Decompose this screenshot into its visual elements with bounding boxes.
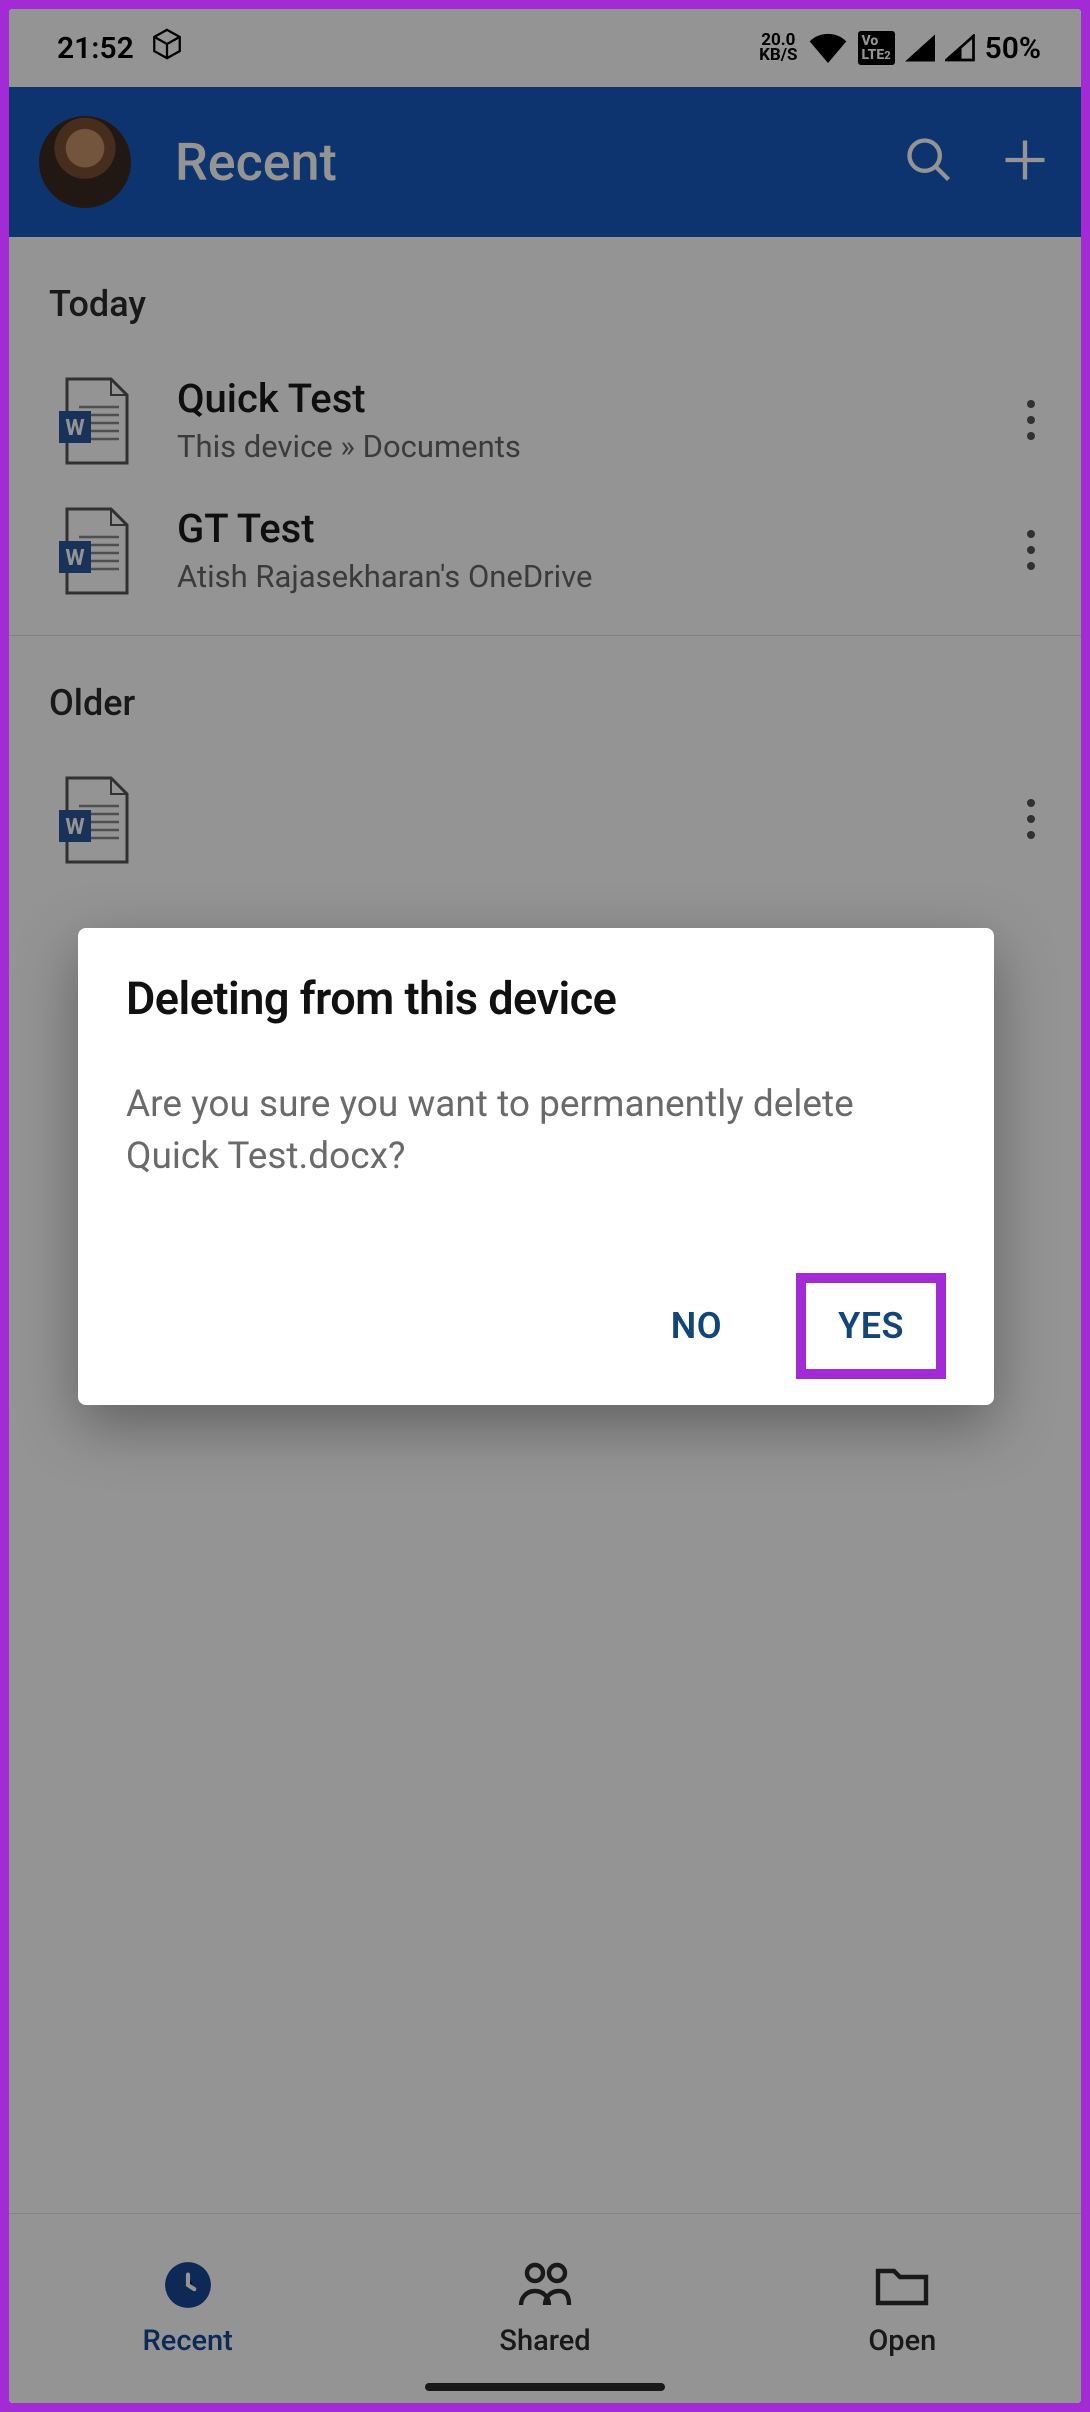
phone-screen: 21:52 20.0 KB/S VoLTE2 50% <box>9 9 1081 2403</box>
dialog-no-button[interactable]: NO <box>645 1287 748 1365</box>
dialog-yes-button[interactable]: YES <box>816 1291 926 1361</box>
dialog-title: Deleting from this device <box>126 972 946 1025</box>
delete-confirm-dialog: Deleting from this device Are you sure y… <box>78 928 994 1405</box>
yes-highlight-box: YES <box>796 1273 946 1379</box>
dialog-message: Are you sure you want to permanently del… <box>126 1079 946 1183</box>
